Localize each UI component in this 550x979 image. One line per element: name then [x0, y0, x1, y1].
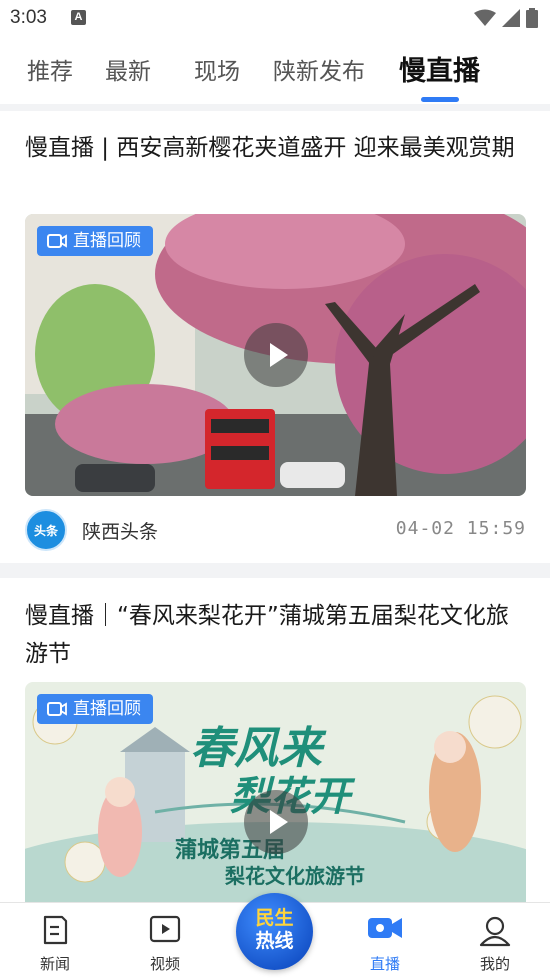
tab-latest[interactable]: 最新: [105, 52, 151, 86]
tab-slow-live[interactable]: 慢直播: [399, 49, 480, 88]
screen: 3:03 A 推荐 最新 现场 陕新发布 慢直播 慢直播 | 西安高新樱花夹道盛…: [0, 0, 550, 979]
tab-recommend[interactable]: 推荐: [27, 52, 73, 86]
hotline-label-2: 热线: [255, 930, 294, 952]
nav-mine[interactable]: 我的: [455, 903, 535, 979]
notification-icon: A: [71, 10, 86, 25]
poster-subtitle-2: 梨花文化旅游节: [225, 864, 365, 888]
replay-badge: 直播回顾: [37, 226, 153, 256]
active-tab-indicator: [421, 97, 459, 102]
card-title[interactable]: 慢直播 | 西安高新樱花夹道盛开 迎来最美观赏期: [25, 129, 530, 167]
source-row: 头条 陕西头条 04-02 15:59: [25, 509, 526, 551]
video-camera-icon: [47, 234, 67, 248]
hotline-label-1: 民生: [255, 907, 294, 929]
nav-video-label: 视频: [149, 955, 180, 973]
source-name[interactable]: 陕西头条: [82, 517, 158, 544]
video-thumbnail[interactable]: 直播回顾: [25, 214, 526, 496]
status-time: 3:03: [10, 7, 47, 28]
nav-live-label: 直播: [369, 955, 400, 973]
video-card[interactable]: 慢直播｜“春风来梨花开”蒲城第五届梨花文化旅游节 春风来 梨花开 蒲城第五届 梨: [0, 578, 550, 912]
battery-icon: [526, 8, 538, 28]
video-camera-icon: [47, 702, 67, 716]
status-icons: [474, 8, 538, 28]
video-play-icon: [149, 915, 181, 943]
source-logo: 头条: [25, 509, 67, 551]
channel-tabs: 推荐 最新 现场 陕新发布 慢直播: [0, 38, 550, 104]
tab-shaanxi-release[interactable]: 陕新发布: [273, 52, 365, 86]
wifi-icon: [474, 9, 496, 26]
nav-news[interactable]: 新闻: [15, 903, 95, 979]
card-title[interactable]: 慢直播｜“春风来梨花开”蒲城第五届梨花文化旅游节: [25, 597, 530, 673]
signal-icon: [502, 9, 520, 27]
video-card[interactable]: 慢直播 | 西安高新樱花夹道盛开 迎来最美观赏期 直播回顾 头条 陕西头条 04…: [0, 111, 550, 563]
live-camera-icon: [368, 918, 402, 938]
user-icon: [479, 916, 511, 947]
badge-label: 直播回顾: [73, 699, 141, 719]
replay-badge: 直播回顾: [37, 694, 153, 724]
badge-label: 直播回顾: [73, 231, 141, 251]
nav-live[interactable]: 直播: [345, 903, 425, 979]
video-thumbnail[interactable]: 春风来 梨花开 蒲城第五届 梨花文化旅游节 直播回顾: [25, 682, 526, 912]
publish-time: 04-02 15:59: [395, 518, 526, 539]
status-bar: 3:03 A: [0, 0, 550, 38]
nav-video[interactable]: 视频: [125, 903, 205, 979]
hotline-button[interactable]: 民生 热线: [236, 893, 313, 970]
tab-scene[interactable]: 现场: [194, 52, 240, 86]
play-icon[interactable]: [243, 790, 308, 854]
nav-news-label: 新闻: [39, 955, 70, 973]
play-icon[interactable]: [243, 323, 308, 387]
nav-mine-label: 我的: [479, 955, 510, 973]
news-icon: [43, 915, 68, 945]
